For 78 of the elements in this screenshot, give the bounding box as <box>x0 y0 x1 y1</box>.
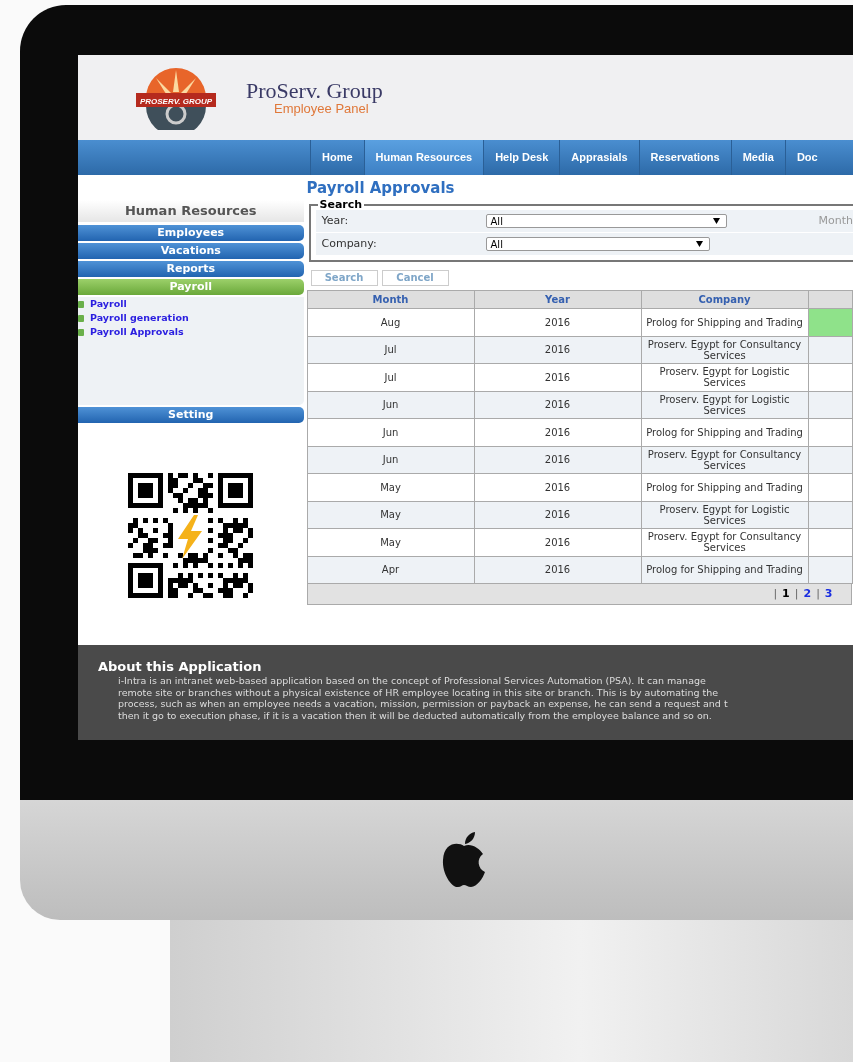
form-button[interactable]: Cancel <box>381 270 449 286</box>
form-button[interactable]: Search <box>310 270 378 286</box>
table-cell: 2016 <box>474 501 641 529</box>
table-cell: Jun <box>307 418 474 446</box>
sidebar-menu-item[interactable]: Payroll <box>78 279 304 295</box>
nav-tab[interactable]: Doc <box>784 140 829 175</box>
footer-text-line: i-Intra is an intranet web-based application based on the concept of Professional Services Automation (PSA). It can manage <box>117 675 707 687</box>
table-cell: 2016 <box>474 473 641 501</box>
footer-text-line: remote site or branches without a physical existence of HR employee locating in this site or branch. This is by automating the <box>117 686 720 698</box>
table-cell: 2016 <box>474 391 641 419</box>
dropdown[interactable]: All <box>485 237 710 251</box>
table-cell: Jun <box>307 391 474 419</box>
caret-icon <box>695 241 703 247</box>
bullet-icon <box>78 328 84 336</box>
field-label: Year: <box>320 212 350 229</box>
bullet-icon <box>78 300 84 308</box>
caret-icon <box>712 218 720 224</box>
table-cell: Proserv. Egypt for Consultancy Services <box>641 528 808 556</box>
nav-tab[interactable]: Reservations <box>638 140 731 175</box>
table-cell: Prolog for Shipping and Trading <box>641 308 808 336</box>
column-header: Year <box>474 290 641 309</box>
sidebar-menu-item[interactable]: Vacations <box>78 243 304 259</box>
page-link[interactable]: 3 <box>824 585 833 603</box>
nav-tab[interactable]: Help Desk <box>483 140 560 175</box>
submenu-link[interactable]: Payroll generation <box>90 310 189 326</box>
apple-icon <box>440 832 488 888</box>
table-cell: Proserv. Egypt for Logistic Services <box>641 391 808 419</box>
table-cell: 2016 <box>474 446 641 474</box>
field-label: Company: <box>320 235 378 252</box>
page-link[interactable]: 2 <box>803 585 812 603</box>
submenu-link[interactable]: Payroll Approvals <box>90 324 184 340</box>
table-cell: 2016 <box>474 308 641 336</box>
table-cell: Prolog for Shipping and Trading <box>641 418 808 446</box>
pager-separator: | <box>794 585 799 602</box>
table-cell: Proserv. Egypt for Logistic Services <box>641 501 808 529</box>
field-label: Month <box>817 212 853 229</box>
footer-title: About this Application <box>98 659 263 675</box>
column-header: Month <box>307 290 474 309</box>
site-subtitle: Employee Panel <box>273 102 369 115</box>
sidebar-title: Human Resources <box>78 200 304 222</box>
table-cell: 2016 <box>474 528 641 556</box>
sidebar-menu-item[interactable]: Reports <box>78 261 304 277</box>
table-cell: Jul <box>307 336 474 364</box>
footer-text-line: then it go to execution phase, if it is a vacation then it will be deducted automatically from the employee balance and so on. <box>117 709 713 721</box>
table-cell: Aug <box>307 308 474 336</box>
table-cell: May <box>307 473 474 501</box>
table-cell: 2016 <box>474 336 641 364</box>
nav-tab[interactable]: Human Resources <box>363 140 484 175</box>
submenu-link[interactable]: Payroll <box>90 296 127 312</box>
table-cell: Proserv. Egypt for Logistic Services <box>641 363 808 391</box>
table-cell: 2016 <box>474 556 641 584</box>
table-cell: Jun <box>307 446 474 474</box>
search-legend: Search <box>317 199 365 210</box>
nav-tab[interactable]: Home <box>310 140 364 175</box>
table-cell: 2016 <box>474 363 641 391</box>
sidebar-menu-item[interactable]: Setting <box>78 407 304 423</box>
nav-tab[interactable]: Media <box>730 140 785 175</box>
pager-separator: | <box>816 585 820 602</box>
table-cell: May <box>307 501 474 529</box>
table-cell: Prolog for Shipping and Trading <box>641 473 808 501</box>
dropdown[interactable]: All <box>485 214 727 228</box>
column-header: Company <box>641 290 808 309</box>
table-cell: Apr <box>307 556 474 584</box>
table-cell: Prolog for Shipping and Trading <box>641 556 808 584</box>
nav-tab[interactable]: Apprasials <box>559 140 639 175</box>
sidebar-menu-item[interactable]: Employees <box>78 225 304 241</box>
table-cell: Proserv. Egypt for Consultancy Services <box>641 336 808 364</box>
logo-text: PROSERV. GROUP <box>139 96 213 105</box>
page-link[interactable]: 1 <box>782 585 790 603</box>
bullet-icon <box>78 314 84 322</box>
site-title: ProServ. Group <box>246 80 383 102</box>
footer-text-line: process, such as when an employee needs a vacation, mission, permission or payback an expense, he can send a request and t <box>117 698 729 710</box>
table-cell: May <box>307 528 474 556</box>
pager-separator: | <box>773 585 778 602</box>
table-cell: Proserv. Egypt for Consultancy Services <box>641 446 808 474</box>
table-cell: Jul <box>307 363 474 391</box>
page-title: Payroll Approvals <box>306 179 456 197</box>
table-cell: 2016 <box>474 418 641 446</box>
